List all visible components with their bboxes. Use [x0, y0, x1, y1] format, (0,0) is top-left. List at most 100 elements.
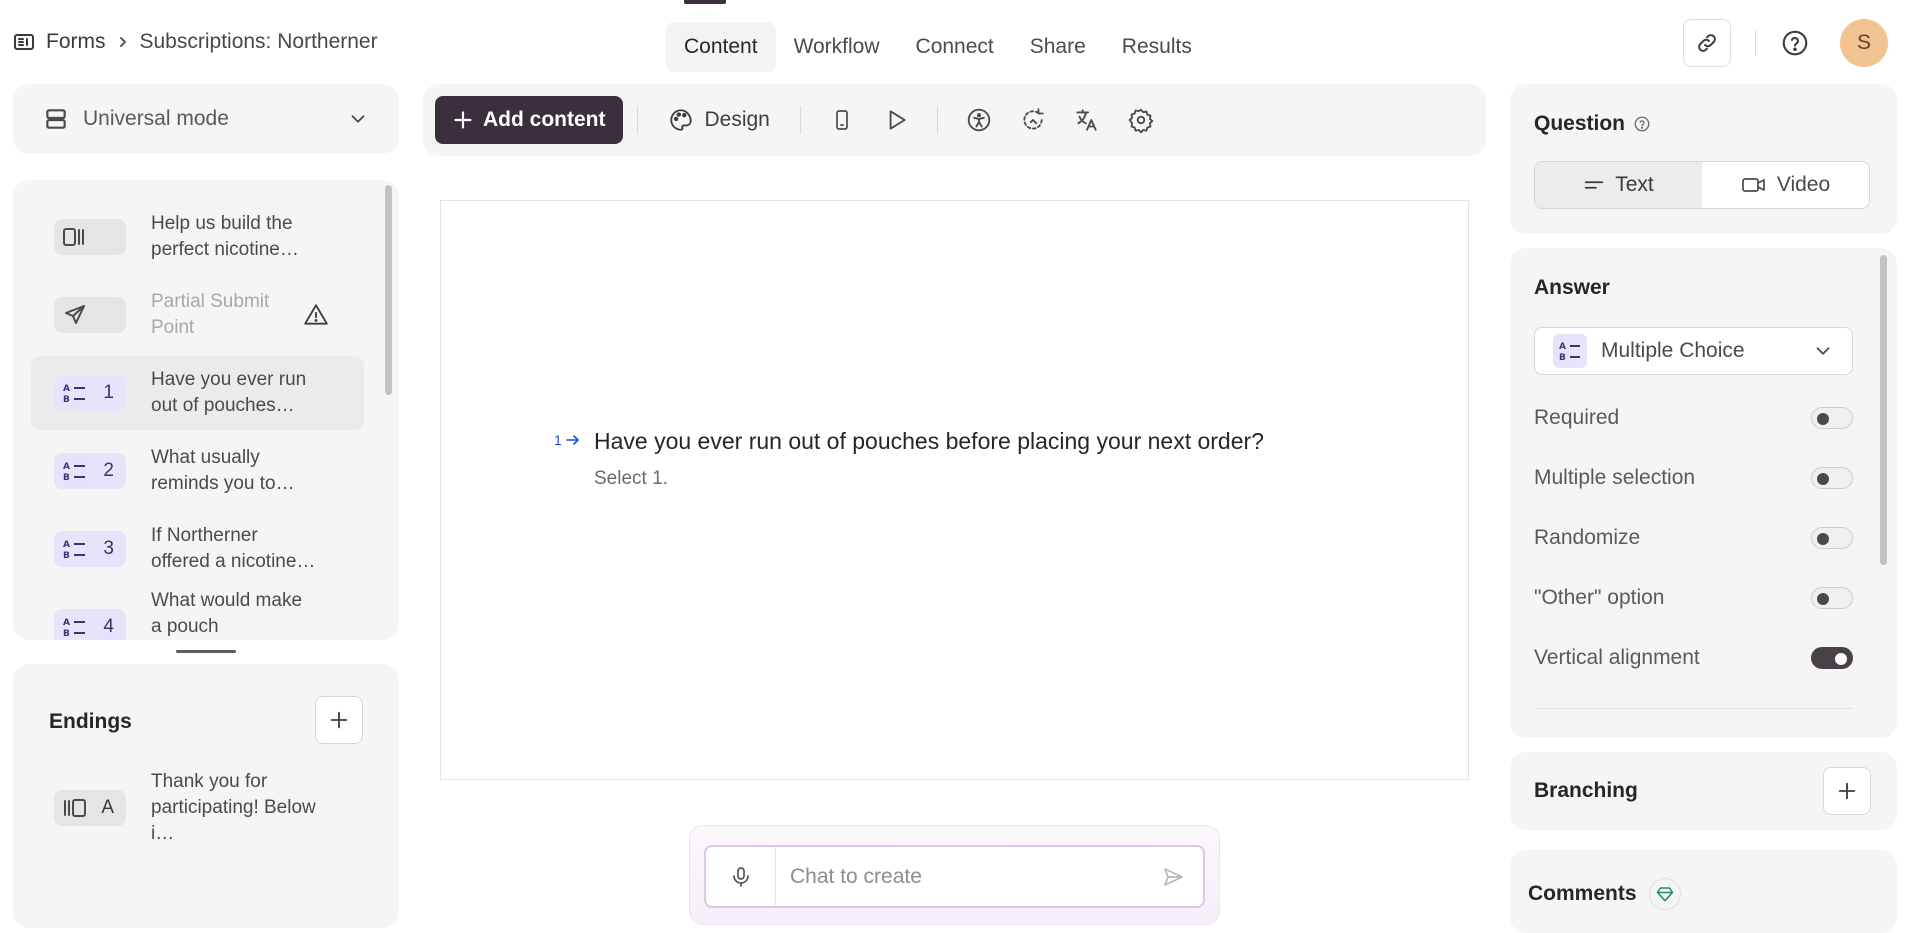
answer-type-select[interactable]: AB Multiple Choice: [1534, 327, 1853, 375]
chevron-right-icon: [116, 35, 130, 49]
tab-connect[interactable]: Connect: [898, 22, 1012, 72]
svg-text:B: B: [63, 629, 70, 639]
logic-button[interactable]: [1006, 96, 1060, 144]
accessibility-button[interactable]: [952, 96, 1006, 144]
mobile-preview-button[interactable]: [815, 96, 869, 144]
settings-button[interactable]: [1114, 96, 1168, 144]
list-item[interactable]: AB 2 What usually reminds you to…: [31, 434, 364, 508]
send-button[interactable]: [1143, 865, 1203, 889]
canvas-question-title[interactable]: Have you ever run out of pouches before …: [594, 428, 1264, 455]
accessibility-icon: [966, 107, 992, 133]
answer-panel-title: Answer: [1534, 276, 1610, 299]
top-right-actions: S: [1683, 18, 1908, 68]
breadcrumb-forms-link[interactable]: Forms: [46, 30, 106, 54]
translate-button[interactable]: [1060, 96, 1114, 144]
list-item[interactable]: AB 3 If Northerner offered a nicotine…: [31, 512, 364, 586]
add-ending-button[interactable]: [315, 696, 363, 744]
multiple-choice-badge: AB 4: [54, 609, 126, 640]
svg-text:B: B: [63, 395, 70, 405]
vertical-alignment-toggle[interactable]: [1811, 647, 1853, 669]
settings-scrollbar[interactable]: [1880, 255, 1887, 565]
tab-content[interactable]: Content: [666, 0, 776, 72]
vertical-alignment-row: Vertical alignment: [1534, 643, 1853, 673]
divider: [799, 106, 801, 134]
palette-icon: [668, 107, 694, 133]
copy-link-button[interactable]: [1683, 19, 1731, 67]
gear-icon: [1128, 107, 1154, 133]
design-label: Design: [704, 108, 770, 131]
ending-icon: [62, 796, 88, 820]
endings-panel: Endings A Thank you for participating! B…: [13, 664, 399, 928]
required-toggle[interactable]: [1811, 407, 1853, 429]
statement-badge: [54, 219, 126, 255]
video-format-button[interactable]: Video: [1702, 162, 1869, 208]
main-tabs: Content Workflow Connect Share Results: [666, 0, 1210, 72]
chat-input-box[interactable]: Chat to create: [704, 845, 1205, 908]
randomize-toggle[interactable]: [1811, 527, 1853, 549]
play-preview-button[interactable]: [869, 96, 923, 144]
svg-text:A: A: [1559, 342, 1566, 352]
question-panel-title: Question: [1534, 112, 1651, 136]
text-format-button[interactable]: Text: [1535, 162, 1702, 208]
resize-handle[interactable]: [176, 650, 236, 653]
mode-selector[interactable]: Universal mode: [13, 84, 399, 154]
tab-share[interactable]: Share: [1012, 22, 1104, 72]
list-item[interactable]: AB 4 What would make a pouch subscriptio…: [31, 590, 364, 640]
comments-header[interactable]: Comments: [1528, 878, 1681, 910]
other-option-row: "Other" option: [1534, 583, 1853, 613]
play-icon: [883, 107, 909, 133]
mode-label: Universal mode: [83, 107, 229, 130]
multiple-choice-icon: AB: [62, 381, 88, 405]
svg-text:B: B: [1559, 353, 1566, 363]
refresh-dashed-icon: [1020, 107, 1046, 133]
forms-icon[interactable]: [12, 30, 36, 54]
divider: [637, 106, 639, 134]
question-list-scrollbar[interactable]: [385, 185, 392, 395]
add-branching-button[interactable]: [1823, 767, 1871, 815]
help-icon[interactable]: [1633, 115, 1651, 133]
comments-title: Comments: [1528, 882, 1637, 905]
tab-results[interactable]: Results: [1104, 22, 1210, 72]
required-label: Required: [1534, 406, 1620, 429]
text-lines-icon: [1583, 175, 1605, 195]
other-option-label: "Other" option: [1534, 586, 1665, 609]
top-bar: Forms Subscriptions: Northerner Content …: [0, 0, 1908, 84]
ending-item[interactable]: A Thank you for participating! Below i…: [31, 771, 364, 845]
list-item[interactable]: AB 1 Have you ever run out of pouches…: [31, 356, 364, 430]
statement-icon: [62, 225, 88, 249]
chat-input[interactable]: Chat to create: [776, 865, 1143, 889]
arrow-right-icon: [565, 433, 581, 447]
microphone-button[interactable]: [706, 847, 776, 906]
breadcrumb-current[interactable]: Subscriptions: Northerner: [140, 30, 378, 54]
svg-text:B: B: [63, 473, 70, 483]
design-button[interactable]: Design: [652, 96, 785, 144]
breadcrumb: Forms Subscriptions: Northerner: [12, 27, 378, 57]
list-item[interactable]: Help us build the perfect nicotine…: [31, 200, 364, 274]
partial-submit-icon: [62, 303, 88, 327]
chevron-down-icon: [347, 108, 369, 130]
branching-panel: Branching: [1510, 752, 1897, 830]
svg-text:A: A: [63, 540, 70, 550]
partial-submit-badge: [54, 297, 126, 333]
question-text: Help us build the perfect nicotine…: [151, 213, 299, 260]
divider: [1755, 30, 1756, 56]
ending-badge: A: [54, 790, 126, 826]
endings-title: Endings: [49, 710, 132, 733]
avatar[interactable]: S: [1840, 19, 1888, 67]
question-format-toggle: Text Video: [1534, 161, 1870, 209]
form-preview-canvas[interactable]: [440, 200, 1469, 780]
link-icon: [1695, 31, 1719, 55]
tab-workflow[interactable]: Workflow: [776, 22, 898, 72]
help-icon[interactable]: [1780, 28, 1810, 58]
canvas-question-number: 1: [554, 432, 581, 448]
multiple-choice-badge: AB 3: [54, 531, 126, 567]
microphone-icon: [729, 864, 753, 890]
editor-toolbar: Add content Design: [423, 84, 1486, 156]
vertical-alignment-label: Vertical alignment: [1534, 646, 1700, 669]
question-list: Help us build the perfect nicotine… Part…: [13, 180, 399, 640]
other-option-toggle[interactable]: [1811, 587, 1853, 609]
plus-icon: [453, 110, 473, 130]
multiple-selection-toggle[interactable]: [1811, 467, 1853, 489]
add-content-button[interactable]: Add content: [435, 96, 624, 144]
list-item[interactable]: Partial Submit Point: [31, 278, 364, 352]
